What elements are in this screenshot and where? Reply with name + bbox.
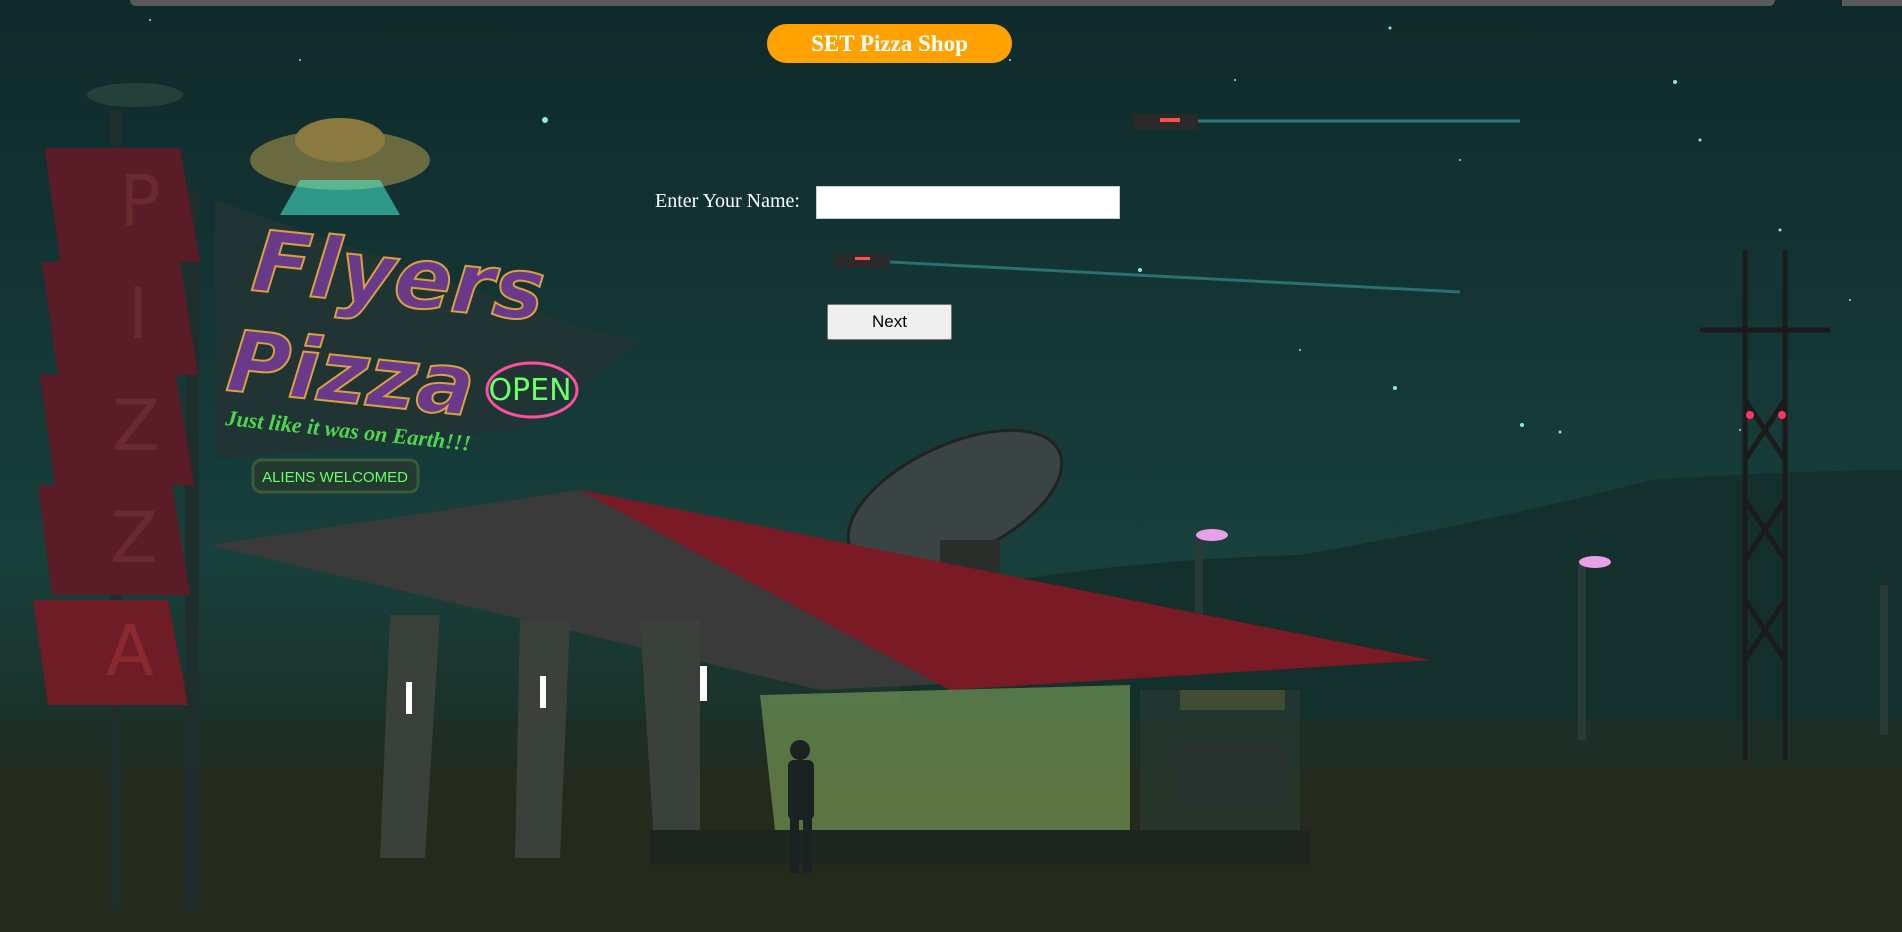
svg-text:OPEN: OPEN — [488, 373, 571, 408]
svg-text:P: P — [119, 160, 161, 242]
next-button[interactable]: Next — [827, 304, 952, 340]
flyers-pizza-sign: Flyers Pizza OPEN Just like it was on Ea… — [215, 118, 640, 494]
svg-text:Z: Z — [112, 385, 160, 467]
name-label: Enter Your Name: — [655, 190, 800, 212]
flying-ship-upper — [1133, 114, 1520, 130]
svg-text:I: I — [128, 273, 149, 355]
svg-text:Z: Z — [110, 497, 158, 579]
svg-text:ALIENS WELCOMED: ALIENS WELCOMED — [262, 469, 408, 486]
flying-ship-lower — [835, 254, 1461, 294]
background-scene: P I Z Z A Flyers Pizza OPEN Just like it… — [0, 19, 1902, 932]
app-title: SET Pizza Shop — [767, 24, 1012, 63]
name-input[interactable] — [816, 186, 1120, 219]
svg-text:A: A — [106, 610, 154, 692]
